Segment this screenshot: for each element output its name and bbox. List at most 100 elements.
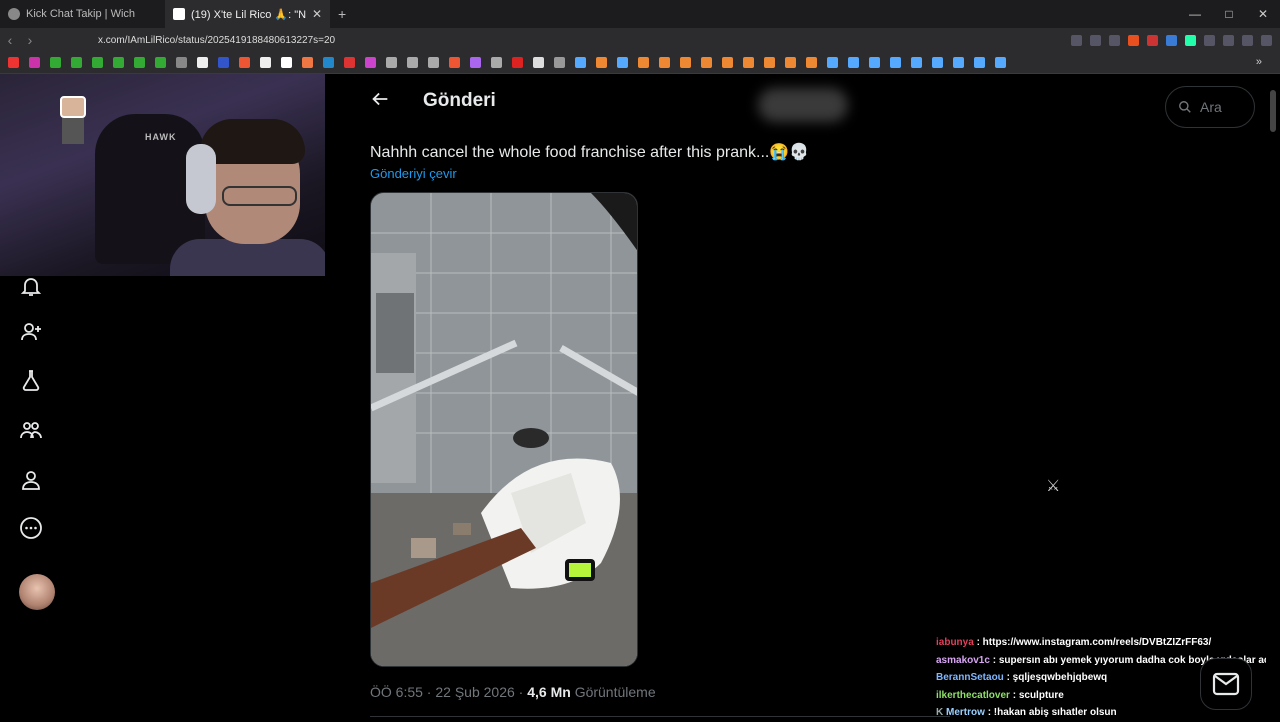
zoom-icon[interactable] <box>1071 34 1082 46</box>
bookmark-icon[interactable] <box>722 57 733 68</box>
steam-icon[interactable] <box>575 57 586 68</box>
chat-message: iabunya : https://www.instagram.com/reel… <box>936 634 1266 652</box>
views-label: Görüntüleme <box>574 684 656 700</box>
back-nav-icon[interactable]: ‹ <box>0 32 20 48</box>
browser-tab-x[interactable]: (19) X'te Lil Rico 🙏: "Nahhh c... ✕ <box>165 0 330 28</box>
bookmark-icon[interactable] <box>680 57 691 68</box>
bookmark-icon[interactable] <box>806 57 817 68</box>
communities-icon[interactable] <box>19 418 43 442</box>
bookmarks-bar: » <box>0 52 1280 74</box>
bookmark-icon[interactable] <box>743 57 754 68</box>
post-header: Gönderi <box>353 74 953 126</box>
steam-icon[interactable] <box>890 57 901 68</box>
bookmark-icon[interactable] <box>8 57 19 68</box>
close-window-button[interactable]: ✕ <box>1246 0 1280 28</box>
search-box[interactable]: Ara <box>1165 86 1255 128</box>
extension-icon[interactable] <box>1185 34 1196 46</box>
mini-avatar <box>58 96 88 151</box>
bookmark-icon[interactable] <box>533 57 544 68</box>
tab-favicon-icon <box>8 8 20 20</box>
bookmark-icon[interactable] <box>239 57 250 68</box>
bookmark-icon[interactable] <box>785 57 796 68</box>
scrollbar-thumb[interactable] <box>1270 90 1276 132</box>
steam-icon[interactable] <box>932 57 943 68</box>
post-video[interactable] <box>370 192 638 667</box>
bookmark-icon[interactable] <box>344 57 355 68</box>
maximize-button[interactable]: □ <box>1212 0 1246 28</box>
chat-text: : !hakan abiş sıhatler olsun <box>987 707 1117 718</box>
glasses <box>222 186 297 206</box>
browser-tab-kick[interactable]: Kick Chat Takip | Wich <box>0 0 165 28</box>
bookmark-icon[interactable] <box>50 57 61 68</box>
bookmark-icon[interactable] <box>596 57 607 68</box>
bookmark-icon[interactable] <box>29 57 40 68</box>
cast-icon[interactable] <box>1090 34 1101 46</box>
url-field[interactable]: x.com/IAmLilRico/status/2025419188480613… <box>98 35 335 46</box>
bookmark-icon[interactable] <box>155 57 166 68</box>
chair-logo: HAWK <box>145 132 177 142</box>
back-arrow-icon[interactable] <box>369 88 391 110</box>
puzzle-icon[interactable] <box>1204 34 1215 46</box>
bookmark-icon[interactable] <box>113 57 124 68</box>
bookmark-icon[interactable] <box>176 57 187 68</box>
menu-icon[interactable] <box>1261 34 1272 46</box>
sidebar-icon[interactable] <box>1223 34 1234 46</box>
extension-icon[interactable] <box>1147 34 1158 46</box>
messages-button[interactable] <box>1200 658 1252 710</box>
bookmark-icon[interactable] <box>491 57 502 68</box>
divider <box>370 716 950 717</box>
follow-person-plus-icon[interactable] <box>19 320 43 344</box>
bookmark-icon[interactable] <box>659 57 670 68</box>
bookmark-icon[interactable] <box>71 57 82 68</box>
steam-icon[interactable] <box>869 57 880 68</box>
account-avatar[interactable] <box>19 574 55 610</box>
steam-icon[interactable] <box>617 57 628 68</box>
bookmark-icon[interactable] <box>386 57 397 68</box>
bookmark-icon[interactable] <box>428 57 439 68</box>
translate-post-link[interactable]: Gönderiyi çevir <box>370 166 457 181</box>
bookmark-icon[interactable] <box>197 57 208 68</box>
bookmark-icon[interactable] <box>512 57 523 68</box>
bookmark-icon[interactable] <box>407 57 418 68</box>
forward-nav-icon[interactable]: › <box>20 32 40 48</box>
bookmark-icon[interactable] <box>302 57 313 68</box>
bookmark-icon[interactable] <box>638 57 649 68</box>
bookmark-icon[interactable] <box>92 57 103 68</box>
post-timestamp[interactable]: ÖÖ 6:55 · 22 Şub 2026 · <box>370 684 523 700</box>
steam-icon[interactable] <box>827 57 838 68</box>
extension-icon[interactable] <box>1166 34 1177 46</box>
tab-label: (19) X'te Lil Rico 🙏: "Nahhh c... <box>191 8 306 21</box>
grok-flask-icon[interactable] <box>19 368 43 392</box>
steam-icon[interactable] <box>974 57 985 68</box>
bookmark-icon[interactable] <box>218 57 229 68</box>
bookmark-icon[interactable] <box>134 57 145 68</box>
playlist-icon[interactable] <box>1242 34 1253 46</box>
close-tab-icon[interactable]: ✕ <box>312 7 322 21</box>
steam-icon[interactable] <box>911 57 922 68</box>
steam-icon[interactable] <box>848 57 859 68</box>
bookmark-icon[interactable] <box>470 57 481 68</box>
bookmark-icon[interactable] <box>281 57 292 68</box>
post-text: Nahhh cancel the whole food franchise af… <box>370 142 809 162</box>
more-options-icon[interactable] <box>19 516 43 540</box>
bookmark-icon[interactable] <box>701 57 712 68</box>
bookmark-icon[interactable] <box>323 57 334 68</box>
steam-icon[interactable] <box>995 57 1006 68</box>
profile-person-icon[interactable] <box>19 468 43 492</box>
bookmark-icon[interactable] <box>365 57 376 68</box>
brave-shield-icon[interactable] <box>1128 34 1139 46</box>
share-icon[interactable] <box>1109 34 1120 46</box>
search-icon <box>1179 101 1191 113</box>
folder-icon[interactable] <box>554 57 565 68</box>
bookmark-icon[interactable] <box>764 57 775 68</box>
page-title: Gönderi <box>423 90 496 111</box>
steam-icon[interactable] <box>953 57 964 68</box>
bookmark-icon[interactable] <box>449 57 460 68</box>
notifications-bell-icon[interactable] <box>19 274 43 298</box>
search-placeholder: Ara <box>1200 99 1222 115</box>
headset-icon <box>186 144 216 214</box>
more-bookmarks-icon[interactable]: » <box>1256 56 1262 68</box>
minimize-button[interactable]: — <box>1178 0 1212 28</box>
new-tab-button[interactable]: + <box>338 6 346 22</box>
bookmark-icon[interactable] <box>260 57 271 68</box>
